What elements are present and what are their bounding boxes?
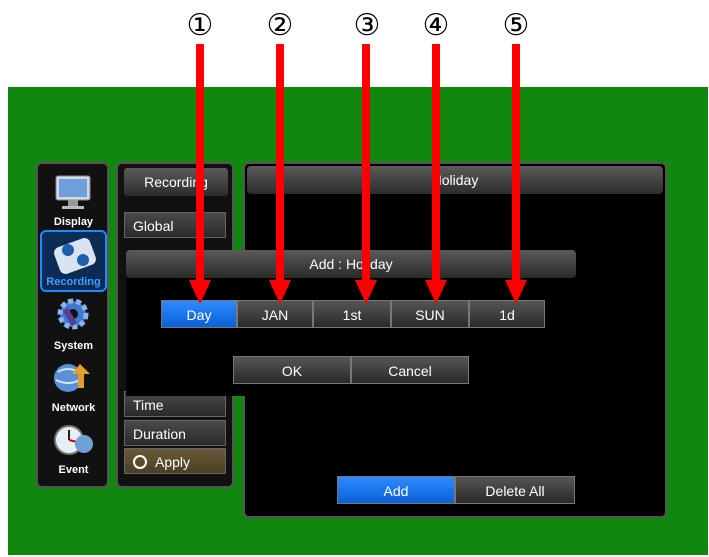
arrow-2-shaft <box>276 44 284 282</box>
arrow-4-head <box>425 280 447 304</box>
arrow-4-shaft <box>432 44 440 282</box>
arrow-3-shaft <box>362 44 370 282</box>
arrow-3-head <box>355 280 377 304</box>
annotation-arrows <box>189 44 527 304</box>
arrow-5-head <box>505 280 527 304</box>
arrow-1-head <box>189 280 211 304</box>
arrow-2-head <box>269 280 291 304</box>
arrow-1-shaft <box>196 44 204 282</box>
arrow-5-shaft <box>512 44 520 282</box>
